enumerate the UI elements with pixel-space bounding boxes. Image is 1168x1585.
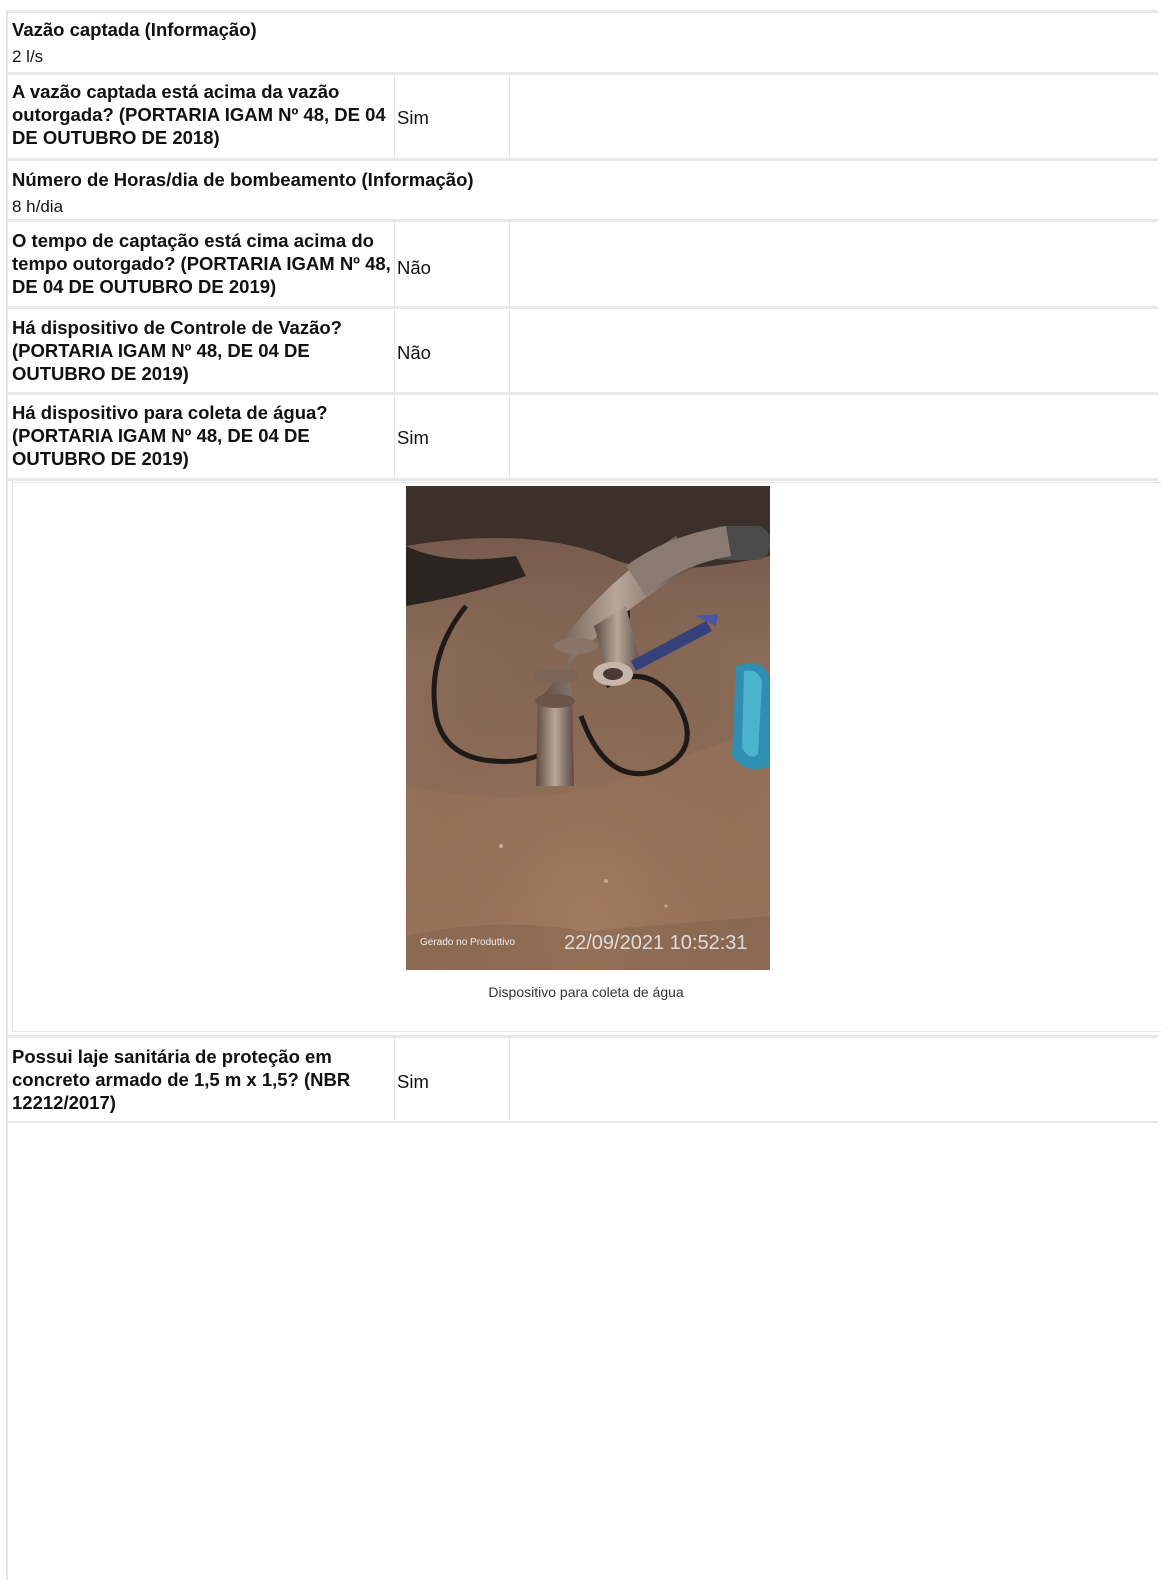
row-divider bbox=[6, 306, 1158, 309]
row-label-flow-control-device: Há dispositivo de Controle de Vazão? (PO… bbox=[12, 317, 342, 384]
water-collection-device-photo: Gerado no Produttivo 22/09/2021 10:52:31 bbox=[406, 486, 770, 970]
row-divider bbox=[6, 1035, 1158, 1038]
photo-caption: Dispositivo para coleta de água bbox=[488, 984, 684, 1000]
row-label-flow-above-granted: A vazão captada está acima da vazão outo… bbox=[12, 81, 386, 148]
row-divider bbox=[6, 478, 1158, 481]
row-divider bbox=[6, 1121, 1158, 1123]
row-label-pumping-hours: Número de Horas/dia de bombeamento (Info… bbox=[12, 169, 474, 190]
report-page: Vazão captada (Informação) 2 l/s A vazão… bbox=[0, 0, 1168, 1585]
row-divider bbox=[6, 158, 1158, 161]
row-divider bbox=[6, 72, 1158, 75]
left-border bbox=[6, 10, 8, 1580]
row-label-sanitary-slab: Possui laje sanitária de proteção em con… bbox=[12, 1046, 351, 1113]
row-divider bbox=[6, 219, 1158, 222]
row-value-sanitary-slab: Sim bbox=[397, 1071, 429, 1092]
column-divider bbox=[509, 309, 510, 393]
photo-watermark-app: Gerado no Produttivo bbox=[420, 937, 516, 948]
row-value-flow-above-granted: Sim bbox=[397, 107, 429, 128]
column-divider bbox=[394, 309, 395, 393]
row-divider bbox=[6, 392, 1158, 395]
row-divider bbox=[6, 10, 1158, 13]
column-divider bbox=[509, 222, 510, 306]
column-divider bbox=[509, 75, 510, 158]
row-label-flow-rate: Vazão captada (Informação) bbox=[12, 19, 257, 40]
row-label-water-collection-device: Há dispositivo para coleta de água? (POR… bbox=[12, 402, 328, 469]
row-value-capture-time-above-granted: Não bbox=[397, 257, 431, 278]
photo-timestamp: 22/09/2021 10:52:31 bbox=[564, 932, 748, 954]
row-value-flow-control-device: Não bbox=[397, 342, 431, 363]
column-divider bbox=[394, 395, 395, 478]
row-value-pumping-hours: 8 h/dia bbox=[12, 197, 64, 216]
column-divider bbox=[509, 1038, 510, 1122]
column-divider bbox=[394, 1038, 395, 1122]
row-value-water-collection-device: Sim bbox=[397, 427, 429, 448]
row-value-flow-rate: 2 l/s bbox=[12, 47, 44, 66]
column-divider bbox=[394, 222, 395, 306]
column-divider bbox=[394, 75, 395, 158]
column-divider bbox=[509, 395, 510, 478]
row-label-capture-time-above-granted: O tempo de captação está cima acima do t… bbox=[12, 230, 391, 297]
